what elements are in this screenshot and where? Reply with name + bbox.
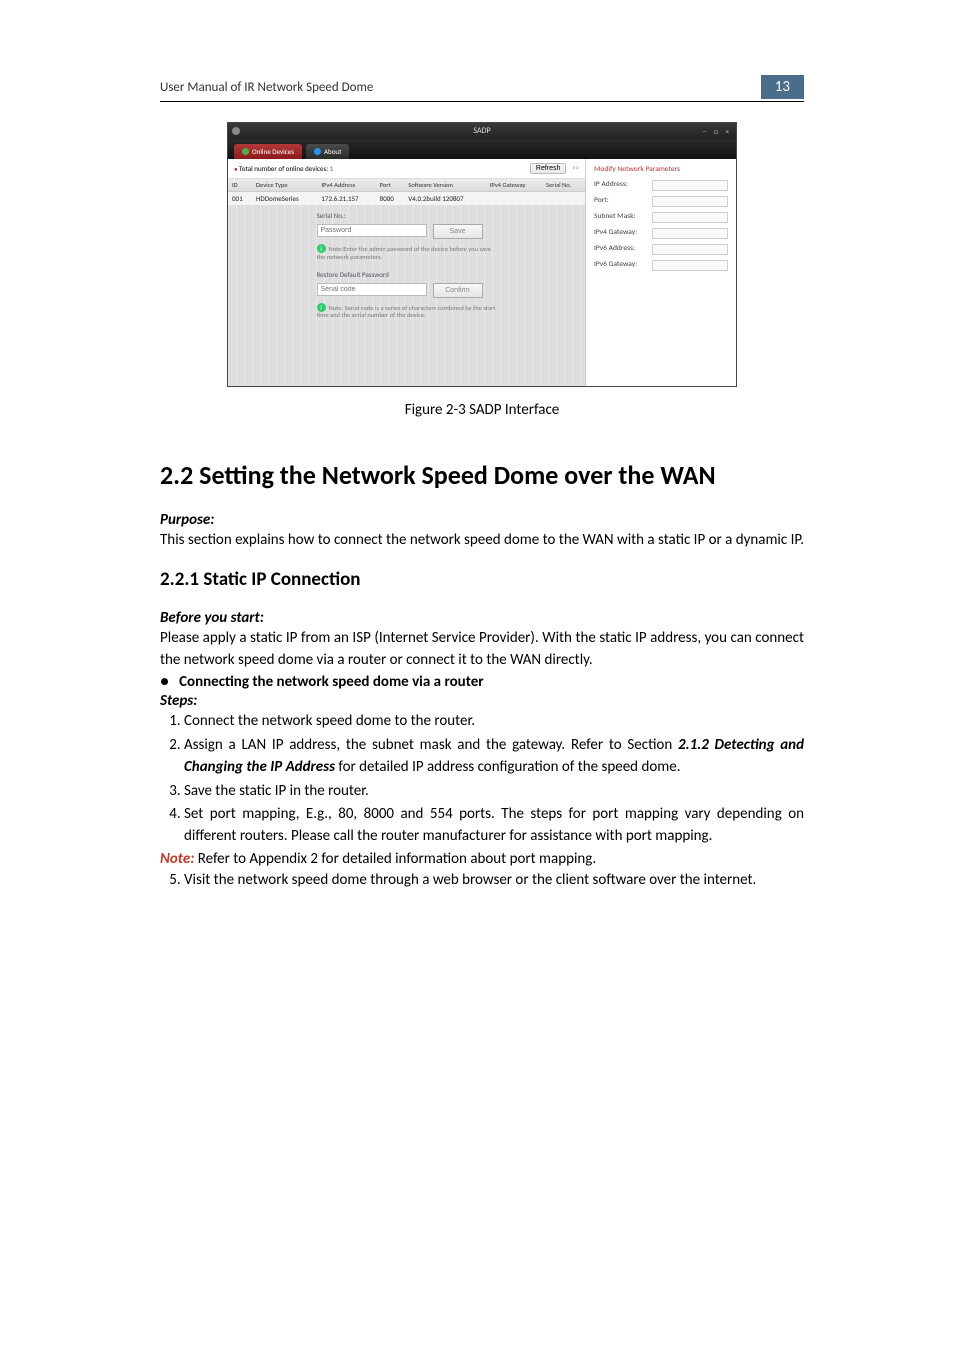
param-gw4-field[interactable]	[652, 228, 728, 239]
tab-online-label: Online Devices	[252, 147, 294, 156]
sadp-tabbar: Online Devices About	[228, 139, 736, 159]
device-table: ID Device Type IPv4 Address Port Softwar…	[228, 179, 585, 205]
cell-port: 8000	[376, 192, 405, 206]
step-5: Visit the network speed dome through a w…	[184, 870, 804, 892]
col-sn[interactable]: Serial No.	[542, 179, 585, 192]
restore-header: Restore Default Password	[317, 270, 497, 279]
info-icon: i	[317, 303, 326, 312]
param-ip6-field[interactable]	[652, 244, 728, 255]
param-gw4-label: IPv4 Gateway:	[594, 228, 648, 239]
admin-pwd-note: iNote:Enter the admin password of the de…	[317, 244, 497, 262]
param-ip-label: IP Address:	[594, 180, 648, 191]
param-mask-label: Subnet Mask:	[594, 212, 648, 223]
cell-id: 001	[228, 192, 252, 206]
window-controls[interactable]: – □ ×	[703, 127, 732, 136]
bullet-text: Connecting the network speed dome via a …	[179, 673, 484, 691]
serial-code-note: iNote: Serial code is a series of charac…	[317, 303, 497, 321]
modify-header: Modify Network Parameters	[594, 165, 728, 174]
steps-list-continued: Visit the network speed dome through a w…	[160, 870, 804, 892]
purpose-text: This section explains how to connect the…	[160, 530, 804, 552]
page-number: 13	[761, 75, 804, 99]
steps-label: Steps:	[160, 692, 804, 710]
note1-text: Note:Enter the admin password of the dev…	[317, 245, 492, 261]
total-devices-label: Total number of online devices: 1	[234, 164, 333, 173]
before-you-start-text: Please apply a static IP from an ISP (In…	[160, 628, 804, 672]
sadp-window: SADP – □ × Online Devices About Total	[227, 122, 737, 387]
window-title: SADP	[473, 126, 490, 136]
page-header: User Manual of IR Network Speed Dome 13	[160, 75, 804, 102]
col-id[interactable]: ID	[228, 179, 252, 192]
tab-about[interactable]: About	[306, 144, 349, 159]
password-input[interactable]	[317, 224, 427, 237]
steps-list: Connect the network speed dome to the ro…	[160, 711, 804, 848]
param-mask-field[interactable]	[652, 212, 728, 223]
section-2-2-heading: 2.2 Setting the Network Speed Dome over …	[160, 459, 804, 491]
note-label: Note:	[160, 850, 194, 868]
bullet-dot-icon: ●	[160, 673, 169, 691]
note-line: Note: Refer to Appendix 2 for detailed i…	[160, 850, 804, 868]
col-ipv4[interactable]: IPv4 Address	[317, 179, 375, 192]
table-header-row: ID Device Type IPv4 Address Port Softwar…	[228, 179, 585, 192]
about-dot-icon	[314, 148, 321, 155]
cell-type: HDDomeSeries	[252, 192, 317, 206]
step-3: Save the static IP in the router.	[184, 781, 804, 803]
total-number: 1	[330, 164, 334, 173]
save-button[interactable]: Save	[433, 224, 483, 239]
figure-caption: Figure 2-3 SADP Interface	[160, 401, 804, 419]
cell-sw: V4.0.2build 120807	[404, 192, 486, 206]
purpose-label: Purpose:	[160, 511, 804, 529]
section-2-2-1-heading: 2.2.1 Static IP Connection	[160, 568, 804, 591]
step-2c: for detailed IP address configuration of…	[335, 758, 681, 776]
header-title: User Manual of IR Network Speed Dome	[160, 80, 373, 95]
param-ip6-label: IPv6 Address:	[594, 244, 648, 255]
sadp-lower-panel: Serial No.: Save iNote:Enter the admin p…	[228, 205, 585, 386]
app-logo-icon	[232, 127, 240, 135]
confirm-button[interactable]: Confirm	[433, 283, 483, 298]
table-row[interactable]: 001 HDDomeSeries 172.6.21.157 8000 V4.0.…	[228, 192, 585, 206]
before-you-start-label: Before you start:	[160, 609, 804, 627]
param-gw6-label: IPv6 Gateway:	[594, 260, 648, 271]
col-port[interactable]: Port	[376, 179, 405, 192]
param-gw6-field[interactable]	[652, 260, 728, 271]
note-text: Refer to Appendix 2 for detailed informa…	[194, 850, 596, 868]
step-4: Set port mapping, E.g., 80, 8000 and 554…	[184, 804, 804, 848]
refresh-button[interactable]: Refresh	[530, 163, 567, 174]
param-ip-field[interactable]	[652, 180, 728, 191]
collapse-panel-icon[interactable]: >>	[572, 163, 579, 172]
screenshot-figure: SADP – □ × Online Devices About Total	[160, 122, 804, 387]
note2-text: Note: Serial code is a series of charact…	[317, 304, 496, 320]
sadp-titlebar: SADP – □ ×	[228, 123, 736, 139]
tab-about-label: About	[324, 147, 341, 156]
step-1: Connect the network speed dome to the ro…	[184, 711, 804, 733]
col-sw[interactable]: Software Version	[404, 179, 486, 192]
serial-label: Serial No.:	[317, 211, 497, 220]
serial-code-input[interactable]	[317, 283, 427, 296]
step-2a: Assign a LAN IP address, the subnet mask…	[184, 736, 678, 754]
col-gw[interactable]: IPv4 Gateway	[486, 179, 542, 192]
online-dot-icon	[242, 148, 249, 155]
modify-params-panel: Modify Network Parameters IP Address: Po…	[586, 159, 736, 386]
cell-sn	[542, 192, 585, 206]
total-label-text: Total number of online devices:	[234, 164, 328, 173]
cell-ipv4: 172.6.21.157	[317, 192, 375, 206]
cell-gw	[486, 192, 542, 206]
param-port-label: Port:	[594, 196, 648, 207]
param-port-field[interactable]	[652, 196, 728, 207]
top-right-controls: Refresh >>	[530, 163, 579, 174]
info-icon: i	[317, 244, 326, 253]
tab-online-devices[interactable]: Online Devices	[234, 144, 302, 159]
bullet-connecting-via-router: ● Connecting the network speed dome via …	[160, 673, 804, 691]
col-type[interactable]: Device Type	[252, 179, 317, 192]
step-2: Assign a LAN IP address, the subnet mask…	[184, 735, 804, 779]
